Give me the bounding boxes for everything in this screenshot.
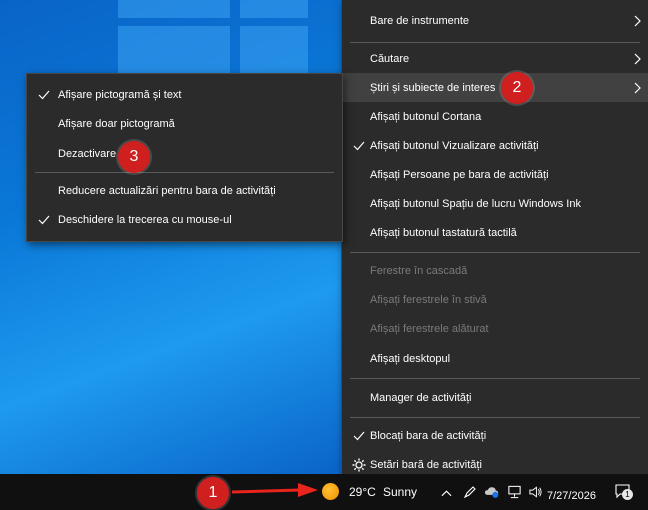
menu-item-label: Deschidere la trecerea cu mouse-ul (58, 213, 232, 226)
menu-item-label: Afișare pictogramă și text (58, 88, 182, 101)
menu-item-search[interactable]: Căutare (342, 44, 648, 73)
menu-item-label: Afișați butonul Spațiu de lucru Windows … (370, 197, 581, 210)
menu-item-label: Blocați bara de activități (370, 429, 487, 442)
checkmark-icon (353, 431, 365, 441)
windows-logo (118, 0, 308, 78)
menu-item-label: Ferestre în cascadă (370, 264, 468, 277)
menu-item-label: Afișați butonul Cortana (370, 110, 482, 123)
menu-item-label: Afișați desktopul (370, 352, 451, 365)
menu-item-news-interests[interactable]: Știri și subiecte de interes (342, 73, 648, 102)
menu-item-show-desktop[interactable]: Afișați desktopul (342, 344, 648, 373)
taskbar-context-menu: Bare de instrumente Căutare Știri și sub… (341, 0, 648, 475)
notification-center-icon[interactable]: 1 (614, 482, 633, 500)
menu-item-label: Manager de activități (370, 391, 472, 404)
submenu-item-icon-and-text[interactable]: Afișare pictogramă și text (27, 80, 342, 109)
step-badge-2: 2 (501, 72, 533, 104)
menu-item-windows-ink[interactable]: Afișați butonul Spațiu de lucru Windows … (342, 189, 648, 218)
menu-item-label: Setări bară de activități (370, 458, 482, 471)
news-interests-submenu: Afișare pictogramă și text Afișare doar … (26, 73, 343, 242)
menu-item-task-view[interactable]: Afișați butonul Vizualizare activități (342, 131, 648, 160)
weather-widget[interactable]: 29°C Sunny (318, 480, 428, 504)
menu-item-side-by-side: Afișați ferestrele alăturat (342, 314, 648, 343)
weather-condition: Sunny (383, 485, 418, 499)
menu-item-label: Știri și subiecte de interes (370, 81, 496, 94)
clock-date[interactable]: 7/27/2026 (547, 490, 596, 502)
notification-count: 1 (622, 489, 633, 500)
checkmark-icon (38, 215, 50, 225)
checkmark-icon (38, 90, 50, 100)
menu-item-label: Afișați ferestrele alăturat (370, 322, 489, 335)
pen-ink-icon[interactable] (463, 485, 477, 499)
onedrive-cloud-icon[interactable] (484, 485, 501, 499)
step-badge-3: 3 (118, 141, 150, 173)
chevron-right-icon (634, 82, 641, 94)
gear-icon (352, 458, 366, 472)
menu-item-people[interactable]: Afișați Persoane pe bara de activități (342, 160, 648, 189)
chevron-right-icon (634, 53, 641, 65)
menu-item-label: Afișați butonul Vizualizare activități (370, 139, 539, 152)
step-badge-1: 1 (197, 477, 229, 509)
taskbar: 29°C Sunny 7/27/2026 1 (0, 474, 648, 510)
menu-item-stacked: Afișați ferestrele în stivă (342, 285, 648, 314)
weather-temperature: 29°C (349, 485, 376, 499)
menu-item-label: Dezactivare (58, 147, 117, 160)
submenu-item-turn-off[interactable]: Dezactivare (27, 139, 342, 168)
menu-item-label: Afișați ferestrele în stivă (370, 293, 487, 306)
menu-item-touch-keyboard[interactable]: Afișați butonul tastatură tactilă (342, 218, 648, 247)
menu-item-toolbars[interactable]: Bare de instrumente (342, 6, 648, 35)
checkmark-icon (353, 141, 365, 151)
sun-icon (322, 483, 339, 500)
chevron-up-icon[interactable] (441, 489, 452, 497)
menu-item-label: Căutare (370, 52, 410, 65)
menu-item-label: Bare de instrumente (370, 14, 470, 27)
submenu-item-open-on-hover[interactable]: Deschidere la trecerea cu mouse-ul (27, 205, 342, 234)
menu-item-label: Afișați Persoane pe bara de activități (370, 168, 549, 181)
menu-item-cascade: Ferestre în cascadă (342, 256, 648, 285)
submenu-item-icon-only[interactable]: Afișare doar pictogramă (27, 109, 342, 138)
menu-item-label: Afișare doar pictogramă (58, 117, 175, 130)
menu-item-label: Afișați butonul tastatură tactilă (370, 226, 517, 239)
menu-item-cortana[interactable]: Afișați butonul Cortana (342, 102, 648, 131)
network-icon[interactable] (507, 485, 522, 499)
menu-item-label: Reducere actualizări pentru bara de acti… (58, 184, 276, 197)
chevron-right-icon (634, 15, 641, 27)
submenu-item-reduce-updates[interactable]: Reducere actualizări pentru bara de acti… (27, 176, 342, 205)
menu-item-task-manager[interactable]: Manager de activități (342, 383, 648, 412)
menu-item-lock-taskbar[interactable]: Blocați bara de activități (342, 421, 648, 450)
volume-icon[interactable] (528, 485, 543, 499)
